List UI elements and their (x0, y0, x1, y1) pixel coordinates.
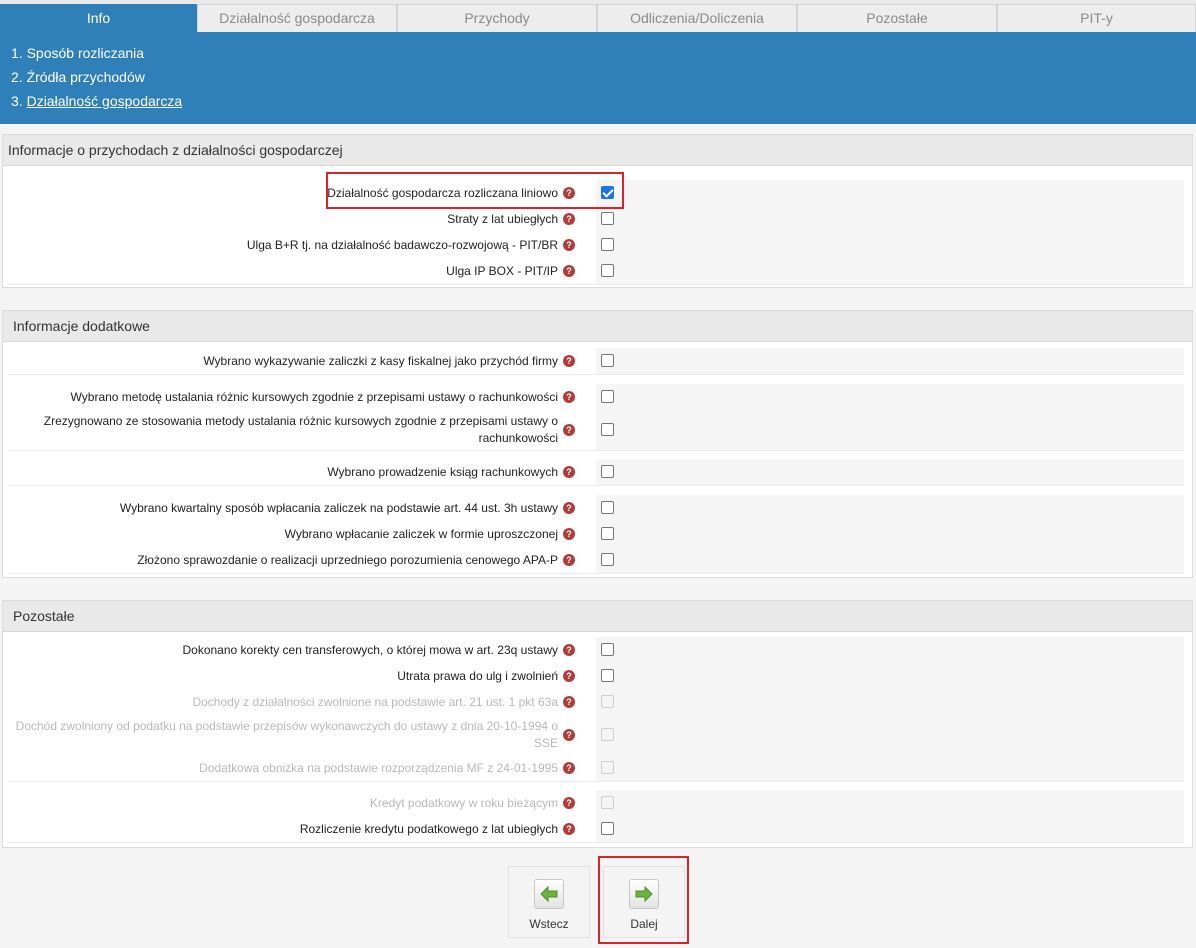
checkbox-korekty-cen[interactable] (601, 643, 614, 656)
next-button[interactable]: Dalej (603, 866, 685, 938)
row-dochody-zwolnione: Dochody z działalności zwolnione na pods… (8, 689, 1184, 716)
row-kasa-fiskalna: Wybrano wykazywanie zaliczki z kasy fisk… (8, 348, 1184, 375)
help-icon[interactable]: ? (563, 239, 575, 251)
tab-pit-y[interactable]: PIT-y (997, 4, 1196, 32)
help-icon[interactable]: ? (563, 644, 575, 656)
help-icon[interactable]: ? (563, 528, 575, 540)
tab-info[interactable]: Info (0, 4, 197, 32)
row-kredyt-biezacy: Kredyt podatkowy w roku bieżącym? (8, 790, 1184, 817)
row-label: Kredyt podatkowy w roku bieżącym (369, 795, 558, 810)
help-icon[interactable]: ? (563, 823, 575, 835)
checkbox-liniowo[interactable] (601, 186, 614, 199)
help-icon[interactable]: ? (563, 355, 575, 367)
checkbox-ulga-ip-box[interactable] (601, 264, 614, 277)
row-roznice-kursowe: Wybrano metodę ustalania różnic kursowyc… (8, 384, 1184, 411)
checkbox-dochody-zwolnione (601, 695, 614, 708)
help-icon[interactable]: ? (563, 696, 575, 708)
help-icon[interactable]: ? (563, 762, 575, 774)
tab-przychody[interactable]: Przychody (397, 4, 597, 32)
checkbox-utrata-prawa[interactable] (601, 669, 614, 682)
row-label: Rozliczenie kredytu podatkowego z lat ub… (299, 821, 558, 836)
tab-odliczenia-doliczenia[interactable]: Odliczenia/Doliczenia (597, 4, 797, 32)
tab-dzialalnosc-gospodarcza[interactable]: Działalność gospodarcza (197, 4, 397, 32)
row-kwartalny: Wybrano kwartalny sposób wpłacania zalic… (8, 495, 1184, 522)
row-utrata-prawa: Utrata prawa do ulg i zwolnień? (8, 663, 1184, 690)
checkbox-kredyt-biezacy (601, 796, 614, 809)
row-rezygnacja-roznice: Zrezygnowano ze stosowania metody ustala… (8, 410, 1184, 451)
checkbox-sse (601, 728, 614, 741)
row-uproszczona: Wybrano wpłacanie zaliczek w formie upro… (8, 521, 1184, 548)
step-dzialalnosc-gospodarcza: 3. Działalność gospodarcza (11, 93, 182, 109)
row-straty: Straty z lat ubiegłych? (8, 206, 1184, 233)
row-label: Wybrano prowadzenie ksiąg rachunkowych (327, 464, 558, 479)
row-label: Dochód zwolniony od podatku na podstawie… (15, 719, 558, 750)
row-label: Wybrano wpłacanie zaliczek w formie upro… (284, 526, 558, 541)
help-icon[interactable]: ? (563, 187, 575, 199)
row-label: Wybrano kwartalny sposób wpłacania zalic… (119, 500, 558, 515)
help-icon[interactable]: ? (563, 265, 575, 277)
row-label: Dodatkowa obniżka na podstawie rozporząd… (199, 760, 558, 775)
checkbox-kwartalny[interactable] (601, 501, 614, 514)
row-ulga-ip-box: Ulga IP BOX - PIT/IP? (8, 258, 1184, 285)
checkbox-rezygnacja-roznice[interactable] (601, 423, 614, 436)
steps-panel: 1. Sposób rozliczania 2. Źródła przychod… (0, 32, 1196, 124)
checkbox-uproszczona[interactable] (601, 527, 614, 540)
row-apa-p: Złożono sprawozdanie o realizacji uprzed… (8, 547, 1184, 574)
row-korekty-cen: Dokonano korekty cen transferowych, o kt… (8, 637, 1184, 664)
checkbox-kasa-fiskalna[interactable] (601, 354, 614, 367)
arrow-right-icon (629, 879, 659, 909)
step-zrodla-przychodow[interactable]: 2. Źródła przychodów (11, 69, 145, 85)
help-icon[interactable]: ? (563, 554, 575, 566)
row-label: Ulga B+R tj. na działalność badawczo-roz… (246, 237, 558, 252)
section-title: Pozostałe (3, 601, 1192, 632)
help-icon[interactable]: ? (563, 391, 575, 403)
arrow-left-icon (534, 879, 564, 909)
help-icon[interactable]: ? (563, 466, 575, 478)
step-number: 3. (11, 93, 27, 109)
row-liniowo: Działalność gospodarcza rozliczana linio… (8, 180, 1184, 207)
row-label: Ulga IP BOX - PIT/IP (446, 263, 558, 278)
checkbox-ulga-br[interactable] (601, 238, 614, 251)
row-sse: Dochód zwolniony od podatku na podstawie… (8, 715, 1184, 756)
row-label: Wybrano wykazywanie zaliczki z kasy fisk… (203, 353, 558, 368)
main-tabs: Info Działalność gospodarcza Przychody O… (0, 0, 1196, 33)
back-button[interactable]: Wstecz (508, 866, 590, 938)
back-button-label: Wstecz (529, 917, 569, 931)
row-kredyt-lata-ubiegle: Rozliczenie kredytu podatkowego z lat ub… (8, 816, 1184, 843)
help-icon[interactable]: ? (563, 797, 575, 809)
step-label: 2. Źródła przychodów (11, 69, 145, 85)
section-title: Informacje o przychodach z działalności … (3, 135, 1192, 166)
row-label: Działalność gospodarcza rozliczana linio… (327, 185, 558, 200)
next-button-label: Dalej (630, 917, 658, 931)
row-label: Dochody z działalności zwolnione na pods… (192, 694, 558, 709)
checkbox-kredyt-lata-ubiegle[interactable] (601, 822, 614, 835)
help-icon[interactable]: ? (563, 502, 575, 514)
row-label: Wybrano metodę ustalania różnic kursowyc… (70, 389, 558, 404)
row-label: Zrezygnowano ze stosowania metody ustala… (43, 414, 558, 445)
help-icon[interactable]: ? (563, 729, 575, 741)
help-icon[interactable]: ? (563, 424, 575, 436)
row-label: Straty z lat ubiegłych (447, 211, 558, 226)
checkbox-roznice-kursowe[interactable] (601, 390, 614, 403)
checkbox-apa-p[interactable] (601, 553, 614, 566)
checkbox-ksiegi-rachunkowe[interactable] (601, 465, 614, 478)
help-icon[interactable]: ? (563, 213, 575, 225)
section-przychody: Informacje o przychodach z działalności … (2, 134, 1193, 288)
help-icon[interactable]: ? (563, 670, 575, 682)
row-ulga-br: Ulga B+R tj. na działalność badawczo-roz… (8, 232, 1184, 259)
section-pozostale: Pozostałe Dokonano korekty cen transfero… (2, 600, 1193, 848)
section-dodatkowe: Informacje dodatkowe Wybrano wykazywanie… (2, 310, 1193, 578)
row-obnizka-mf: Dodatkowa obniżka na podstawie rozporząd… (8, 755, 1184, 782)
tab-pozostale[interactable]: Pozostałe (797, 4, 997, 32)
row-ksiegi-rachunkowe: Wybrano prowadzenie ksiąg rachunkowych? (8, 459, 1184, 486)
step-label: 1. Sposób rozliczania (11, 45, 145, 61)
checkbox-straty[interactable] (601, 212, 614, 225)
row-label: Utrata prawa do ulg i zwolnień (397, 668, 558, 683)
section-title: Informacje dodatkowe (3, 311, 1192, 342)
step-sposob-rozliczania[interactable]: 1. Sposób rozliczania (11, 45, 144, 61)
step-link-dzialalnosc[interactable]: Działalność gospodarcza (27, 93, 183, 109)
checkbox-obnizka-mf (601, 761, 614, 774)
row-label: Złożono sprawozdanie o realizacji uprzed… (137, 552, 558, 567)
row-label: Dokonano korekty cen transferowych, o kt… (182, 642, 558, 657)
